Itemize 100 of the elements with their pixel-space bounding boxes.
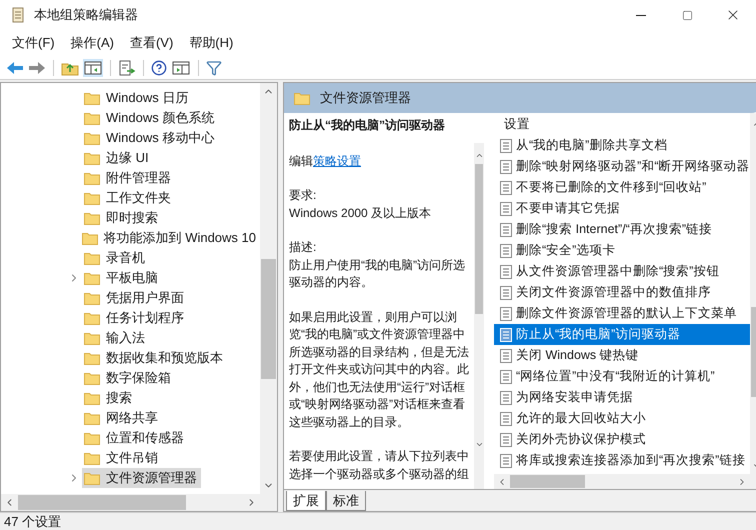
horizontal-scrollbar[interactable] <box>1 494 277 511</box>
folder-icon <box>84 112 100 124</box>
tree-item[interactable]: 网络共享 <box>82 408 162 428</box>
policy-icon <box>500 390 512 404</box>
tree-item[interactable]: 数据收集和预览版本 <box>82 348 227 368</box>
policy-item[interactable]: “网络位置”中没有“我附近的计算机” <box>494 366 750 387</box>
tree-item[interactable]: 输入法 <box>82 328 149 348</box>
horizontal-scrollbar[interactable] <box>494 474 756 489</box>
policy-icon <box>500 244 512 258</box>
policy-item[interactable]: 从文件资源管理器中删除“搜索”按钮 <box>494 261 750 282</box>
folder-icon <box>84 212 100 224</box>
tree-item[interactable]: 将功能添加到 Windows 10 <box>80 228 260 248</box>
view-tab[interactable]: 标准 <box>326 491 366 511</box>
policy-icon <box>500 454 512 468</box>
edit-label: 编辑 <box>289 152 313 170</box>
policy-item[interactable]: 不要将已删除的文件移到“回收站” <box>494 177 750 198</box>
policy-icon <box>500 370 512 384</box>
folder-icon <box>84 372 100 384</box>
back-arrow-icon[interactable] <box>6 60 24 74</box>
tree-item[interactable]: 工作文件夹 <box>82 188 175 208</box>
policy-item[interactable]: 删除“安全”选项卡 <box>494 240 750 261</box>
tree-item[interactable]: 文件资源管理器 <box>82 468 201 488</box>
description-label: 描述: <box>289 239 318 256</box>
tree-item[interactable]: 边缘 UI <box>82 148 153 168</box>
policy-item[interactable]: 不要申请其它凭据 <box>494 198 750 219</box>
tree-item[interactable]: Windows 移动中心 <box>82 128 218 148</box>
policy-item[interactable]: 删除“映射网络驱动器”和“断开网络驱动器 <box>494 156 750 177</box>
folder-icon <box>84 412 100 424</box>
policy-item[interactable]: 关闭外壳协议保护模式 <box>494 429 750 450</box>
minimize-icon <box>636 14 646 16</box>
folder-icon <box>84 172 100 184</box>
folder-icon <box>84 292 100 304</box>
policy-item[interactable]: 从“我的电脑”删除共享文档 <box>494 135 750 156</box>
folder-icon <box>84 92 100 104</box>
policy-icon <box>500 264 512 278</box>
policy-item[interactable]: 删除文件资源管理器的默认上下文菜单 <box>494 303 750 324</box>
policy-icon <box>500 306 512 320</box>
description-paragraph: 若要使用此设置，请从下拉列表中选择一个驱动器或多个驱动器的组 <box>289 448 470 482</box>
vertical-scrollbar[interactable] <box>260 83 277 494</box>
description-paragraph: 防止用户使用“我的电脑”访问所选驱动器的内容。 <box>289 256 466 291</box>
menu-item[interactable]: 操作(A) <box>62 32 122 54</box>
forward-arrow-icon[interactable] <box>28 60 46 74</box>
policy-item[interactable]: 关闭文件资源管理器中的数值排序 <box>494 282 750 303</box>
policy-item[interactable]: 允许的最大回收站大小 <box>494 408 750 429</box>
policy-icon <box>500 328 512 342</box>
policy-icon <box>500 412 512 426</box>
requirements-label: 要求: <box>289 187 318 204</box>
tree-item[interactable]: 搜索 <box>82 388 136 408</box>
scroll-down-icon[interactable] <box>474 440 484 449</box>
view-tab[interactable]: 扩展 <box>286 491 326 511</box>
window-title: 本地组策略编辑器 <box>34 6 138 24</box>
policy-icon <box>500 202 512 216</box>
folder-icon <box>82 232 98 244</box>
policy-icon <box>500 432 512 446</box>
tree-item[interactable]: 凭据用户界面 <box>82 288 188 308</box>
settings-column-header[interactable]: 设置 <box>494 113 750 135</box>
export-list-icon[interactable] <box>118 60 136 76</box>
folder-icon <box>84 352 100 364</box>
folder-icon <box>84 132 100 144</box>
tree-item[interactable]: Windows 日历 <box>82 88 192 108</box>
menu-item[interactable]: 查看(V) <box>122 32 182 54</box>
menu-item[interactable]: 文件(F) <box>4 32 63 54</box>
help-icon[interactable] <box>151 60 167 76</box>
folder-icon <box>84 272 100 284</box>
policy-item[interactable]: 关闭 Windows 键热键 <box>494 345 750 366</box>
tree-item[interactable]: Windows 颜色系统 <box>82 108 218 128</box>
vertical-scrollbar[interactable] <box>474 143 484 489</box>
scroll-up-icon[interactable] <box>474 151 484 160</box>
folder-icon <box>84 252 100 264</box>
folder-icon <box>84 152 100 164</box>
tree-item[interactable]: 平板电脑 <box>82 268 162 288</box>
policy-settings-link[interactable]: 策略设置 <box>313 152 361 170</box>
tree-item[interactable]: 任务计划程序 <box>82 308 188 328</box>
folder-icon <box>84 432 100 444</box>
policy-icon <box>500 222 512 236</box>
policy-title: 防止从“我的电脑”访问驱动器 <box>289 117 446 134</box>
tree-item[interactable]: 文件吊销 <box>82 448 162 468</box>
menu-item[interactable]: 帮助(H) <box>181 32 242 54</box>
description-paragraph: 如果启用此设置，则用户可以浏览“我的电脑”或文件资源管理器中所选驱动器的目录结构，但是无法打开文件夹或访问其中的内容。此外，他们也无法使用“运行”对话框或“映射网络驱动器”对话框来查看这些驱动器上的目录。 <box>289 308 470 430</box>
policy-icon <box>500 160 512 174</box>
status-text: 47 个设置 <box>4 512 62 530</box>
policy-item[interactable]: 为网络安装申请凭据 <box>494 387 750 408</box>
folder-icon <box>294 92 310 104</box>
policy-icon <box>500 348 512 362</box>
tree-item[interactable]: 录音机 <box>82 248 149 268</box>
tree-item[interactable]: 位置和传感器 <box>82 428 188 448</box>
tree-item[interactable]: 即时搜索 <box>82 208 162 228</box>
folder-icon <box>84 392 100 404</box>
policy-item[interactable]: 将库或搜索连接器添加到“再次搜索”链接 <box>494 450 750 471</box>
filter-icon[interactable] <box>206 60 222 76</box>
pane-header: 文件资源管理器 <box>284 83 756 113</box>
policy-item[interactable]: 删除“搜索 Internet”/“再次搜索”链接 <box>494 219 750 240</box>
policy-item[interactable]: 防止从“我的电脑”访问驱动器 <box>494 324 750 345</box>
pane-toggle-icon[interactable] <box>83 58 103 76</box>
tree-item[interactable]: 数字保险箱 <box>82 368 175 388</box>
folder-icon <box>84 472 100 484</box>
policy-icon <box>500 180 512 194</box>
pane-view-icon[interactable] <box>171 60 191 76</box>
folder-icon <box>84 452 100 464</box>
tree-item[interactable]: 附件管理器 <box>82 168 175 188</box>
